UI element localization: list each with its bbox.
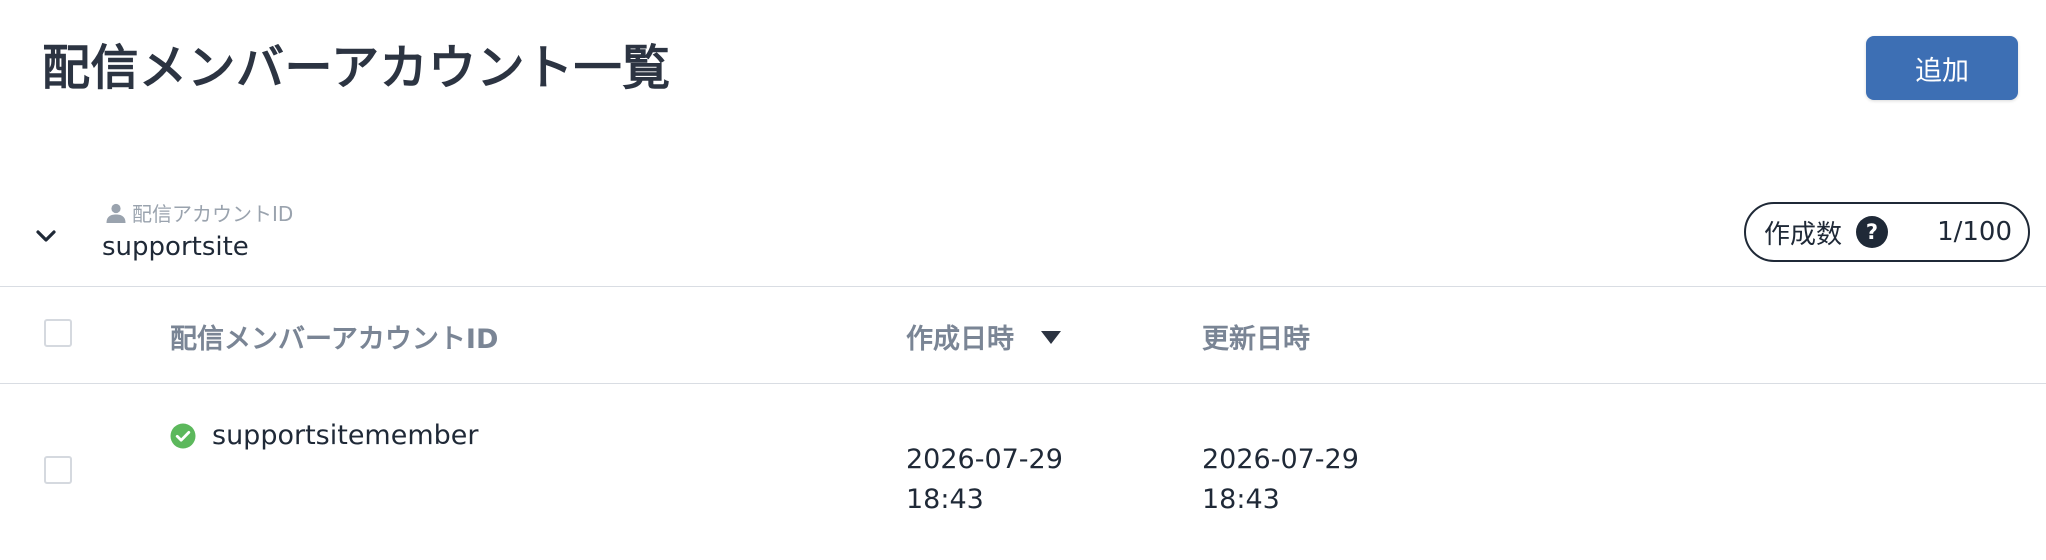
updated-time: 18:43 — [1202, 484, 1280, 515]
created-datetime-cell: 2026-07-29 18:43 — [906, 440, 1063, 520]
updated-date: 2026-07-29 — [1202, 444, 1359, 475]
page-title: 配信メンバーアカウント一覧 — [42, 40, 671, 96]
creation-count-label: 作成数 — [1764, 219, 1843, 250]
table-header: 配信メンバーアカウントID 作成日時 更新日時 — [0, 287, 2046, 384]
table-row[interactable]: supportsitemember 2026-07-29 18:43 2026-… — [0, 384, 2046, 560]
column-header-member-id-label: 配信メンバーアカウントID — [170, 324, 499, 355]
account-id-label-text: 配信アカウントID — [132, 202, 294, 226]
column-header-member-id[interactable]: 配信メンバーアカウントID — [170, 317, 498, 356]
updated-datetime-cell: 2026-07-29 18:43 — [1202, 440, 1359, 520]
check-circle-icon — [170, 423, 196, 448]
add-button[interactable]: 追加 — [1866, 36, 2018, 100]
select-all-checkbox[interactable] — [44, 319, 72, 347]
question-circle-icon[interactable]: ? — [1856, 216, 1889, 248]
page: 配信メンバーアカウント一覧 追加 配信アカウントID supportsite 作… — [0, 0, 2046, 560]
account-id-value: supportsite — [102, 232, 249, 262]
column-header-created-label: 作成日時 — [906, 324, 1014, 355]
column-header-updated[interactable]: 更新日時 — [1202, 317, 1310, 356]
column-header-created[interactable]: 作成日時 — [906, 317, 1062, 356]
account-bar: 配信アカウントID supportsite 作成数 ? 1/100 — [0, 190, 2046, 287]
chevron-down-icon[interactable] — [30, 220, 62, 252]
column-header-updated-label: 更新日時 — [1202, 324, 1310, 355]
row-checkbox[interactable] — [44, 456, 72, 484]
member-id-text[interactable]: supportsitemember — [212, 420, 479, 451]
account-id-label: 配信アカウントID — [104, 198, 293, 227]
created-time: 18:43 — [906, 484, 984, 515]
created-date: 2026-07-29 — [906, 444, 1063, 475]
triangle-down-icon — [1041, 330, 1061, 344]
member-id-cell: supportsitemember — [170, 420, 479, 451]
creation-count-value: 1/100 — [1937, 217, 2012, 247]
person-icon — [106, 203, 126, 223]
creation-count-badge: 作成数 ? 1/100 — [1744, 202, 2030, 262]
